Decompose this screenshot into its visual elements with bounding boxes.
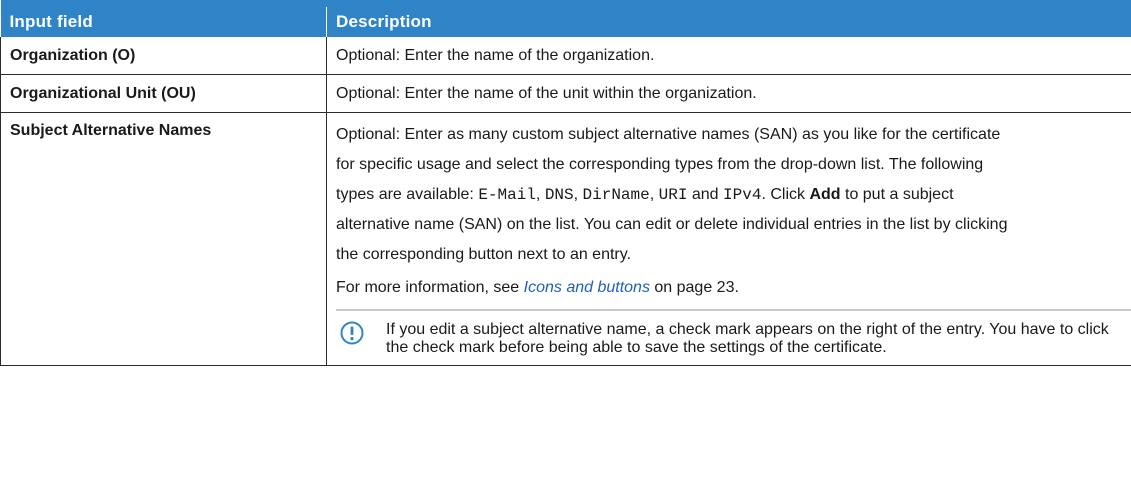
exclamation-circle-icon [340,321,364,345]
note-text: If you edit a subject alternative name, … [386,321,1109,356]
field-name: Subject Alternative Names [0,112,327,366]
field-description: Optional: Enter the name of the organiza… [326,37,1131,75]
san-line-1: Optional: Enter as many custom subject a… [336,126,1001,143]
table-row: Organization (O) Optional: Enter the nam… [0,37,1131,75]
san-types-prefix: types are available: [336,186,479,203]
table-row: Subject Alternative Names Optional: Ente… [0,112,1131,366]
more-info-prefix: For more information, see [336,279,524,296]
column-header-description: Description [326,3,1131,37]
type-separator: and [687,186,724,203]
san-line-2: for specific usage and select the corres… [336,156,984,173]
add-button-label: Add [809,186,841,203]
type-separator: , [573,186,583,203]
table-header: Input field Description [0,3,1131,37]
after-add-text: to put a subject [840,186,954,203]
click-text: . Click [761,186,810,203]
type-ipv4: IPv4 [723,186,762,204]
field-description: Optional: Enter as many custom subject a… [326,112,1131,366]
san-line-5: the corresponding button next to an entr… [336,246,632,263]
type-email: E-Mail [478,186,536,204]
field-description: Optional: Enter the name of the unit wit… [326,74,1131,113]
more-info-suffix: on page 23. [649,279,739,296]
type-dns: DNS [544,186,574,204]
more-info: For more information, see Icons and butt… [336,278,1131,298]
field-name: Organizational Unit (OU) [0,74,327,113]
san-line-4: alternative name (SAN) on the list. You … [336,216,1008,233]
san-description: Optional: Enter as many custom subject a… [336,120,1131,270]
column-header-input-field: Input field [0,3,327,37]
input-field-table: Input field Description Organization (O)… [0,0,1131,366]
icons-and-buttons-link[interactable]: Icons and buttons [524,279,650,296]
type-dirname: DirName [582,186,650,204]
document-page: Input field Description Organization (O)… [0,0,1131,481]
type-separator: , [649,186,659,203]
table-row: Organizational Unit (OU) Optional: Enter… [0,74,1131,113]
type-uri: URI [658,186,688,204]
type-separator: , [535,186,545,203]
note-box: If you edit a subject alternative name, … [336,309,1131,357]
field-name: Organization (O) [0,37,327,75]
